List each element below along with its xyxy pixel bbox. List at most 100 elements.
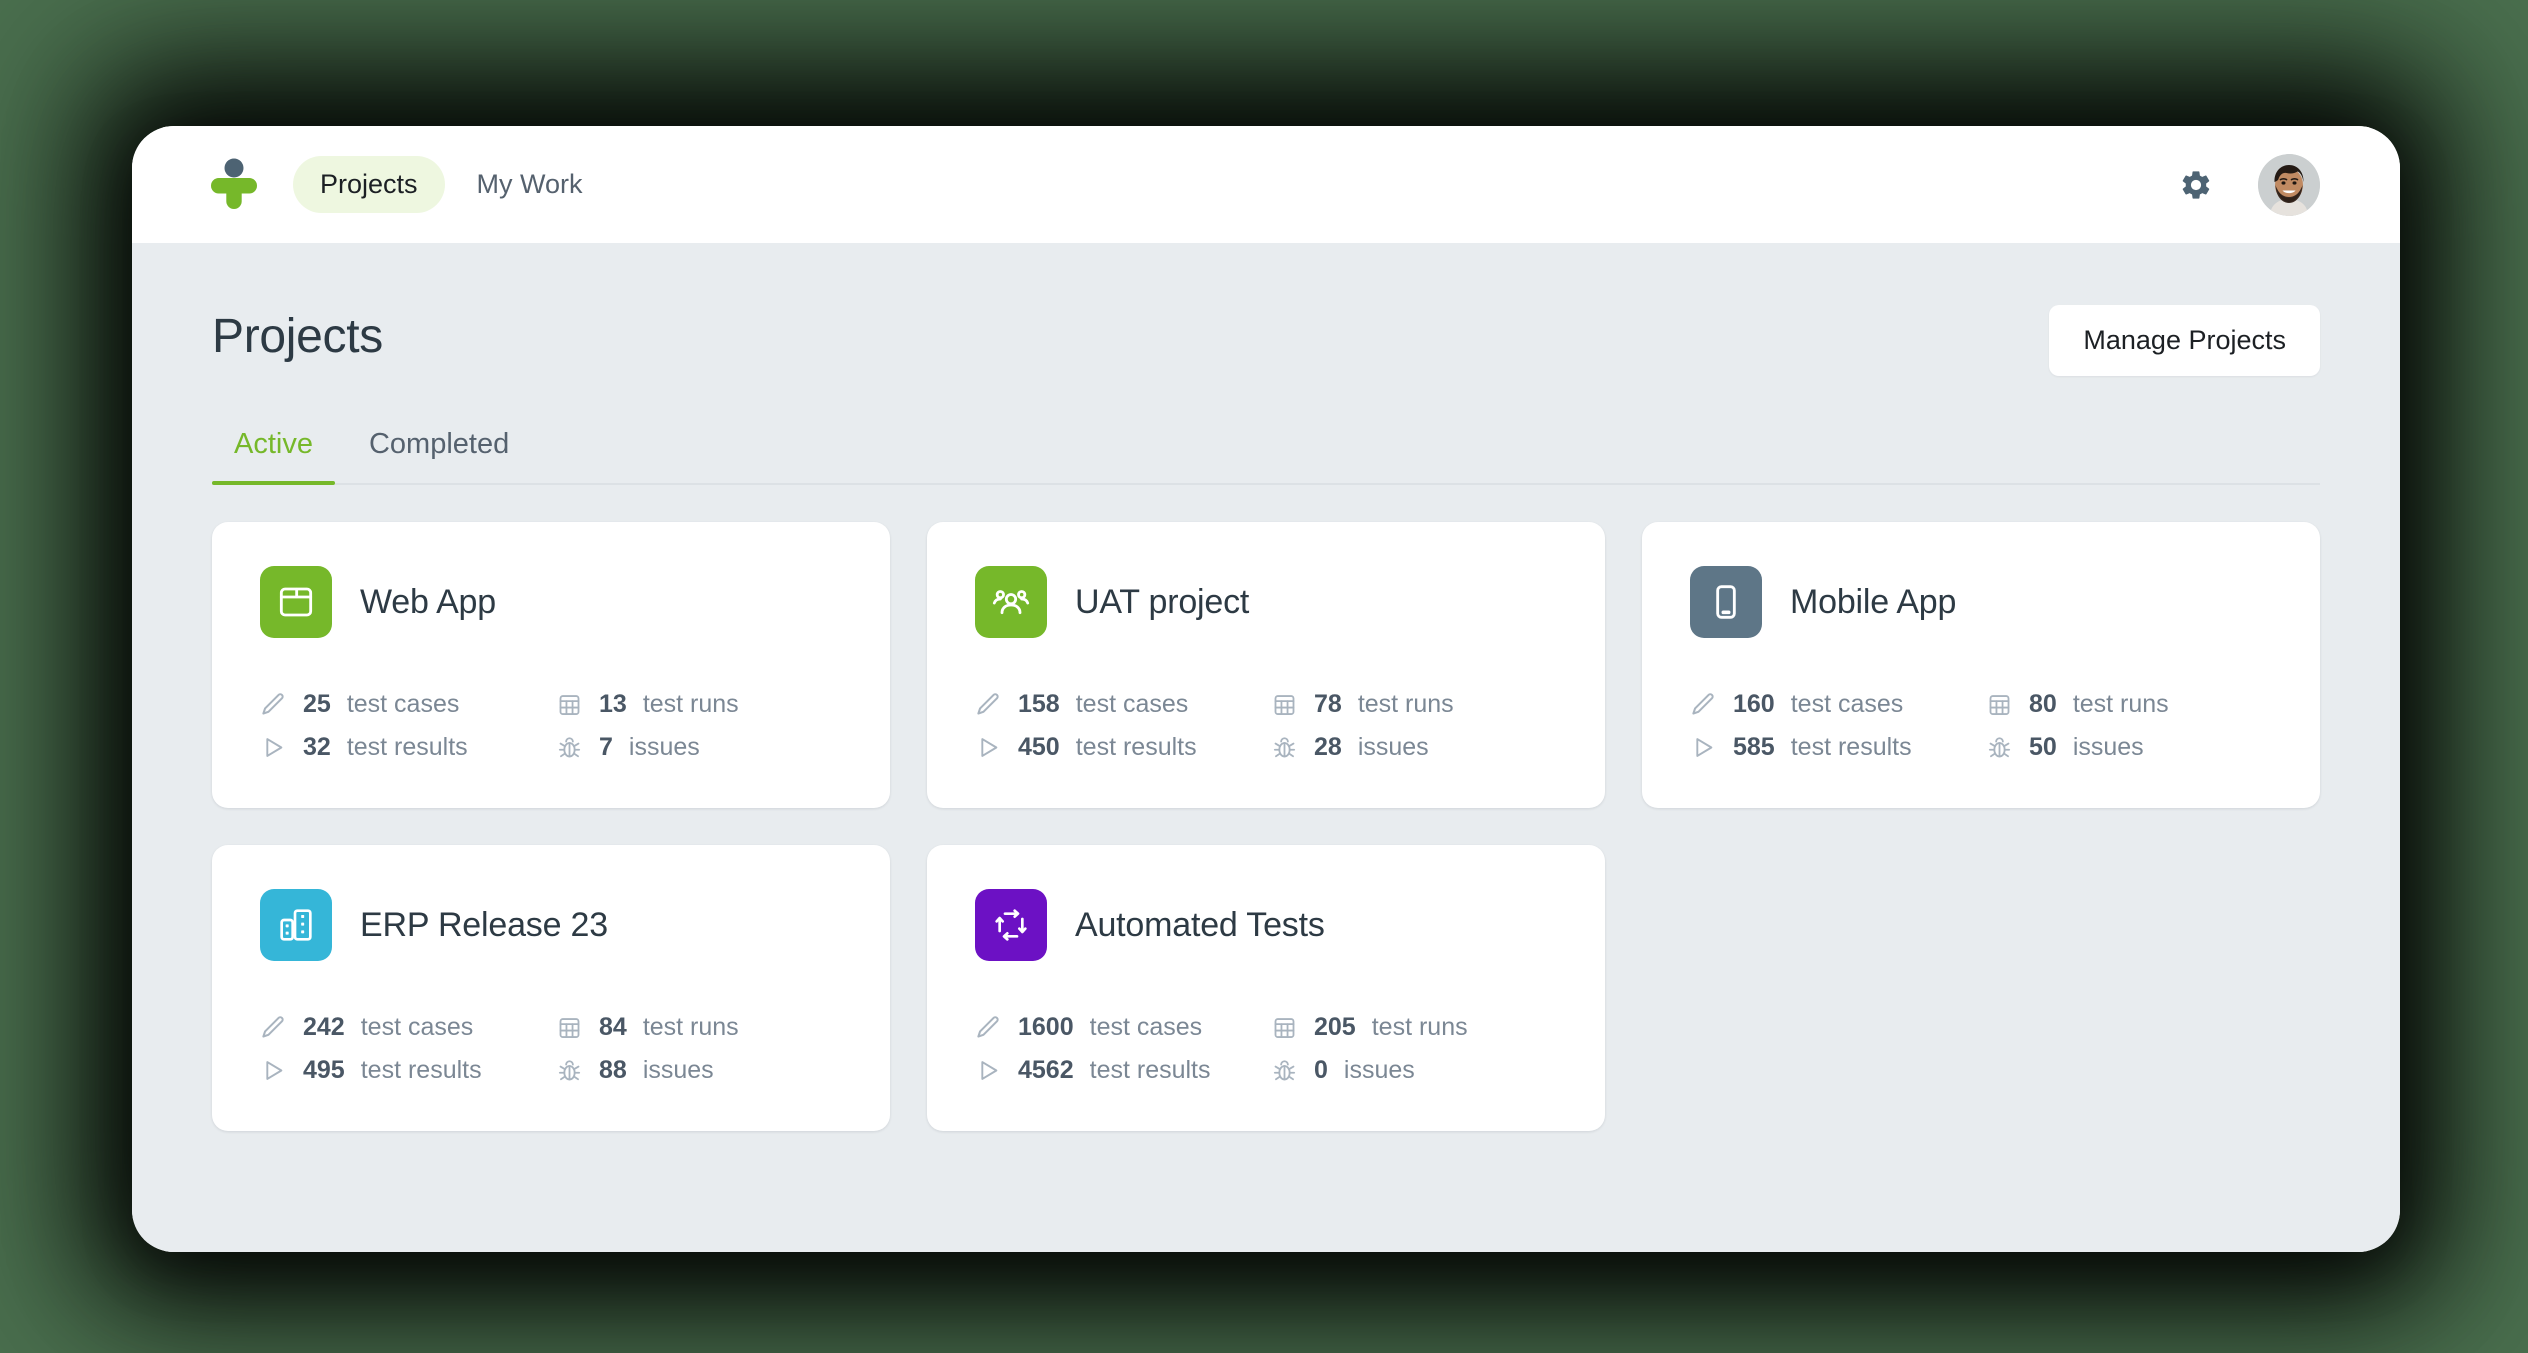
tab-completed[interactable]: Completed: [347, 428, 531, 483]
stat-label: issues: [643, 1056, 714, 1085]
project-card[interactable]: ERP Release 23 242 test cases: [212, 845, 890, 1131]
stat-label: test results: [1791, 733, 1912, 762]
stat-test-results: 32 test results: [260, 733, 546, 762]
stat-value: 50: [2029, 733, 2057, 762]
stat-value: 160: [1733, 690, 1775, 719]
project-name: Mobile App: [1790, 583, 1956, 622]
main-content: Projects Manage Projects Active Complete…: [132, 243, 2400, 1252]
bug-icon: [556, 1057, 583, 1084]
browser-window-icon: [260, 566, 332, 638]
tab-active[interactable]: Active: [212, 428, 335, 483]
stat-issues: 88 issues: [556, 1056, 842, 1085]
project-name: ERP Release 23: [360, 906, 608, 945]
nav-item-my-work[interactable]: My Work: [455, 156, 605, 213]
calendar-icon: [556, 1014, 583, 1041]
project-card-header: Mobile App: [1690, 566, 2272, 638]
stat-value: 495: [303, 1056, 345, 1085]
stat-label: test runs: [643, 1013, 739, 1042]
scene-background: Projects My Work: [0, 0, 2528, 1353]
pencil-icon: [1690, 691, 1717, 718]
projects-grid: Web App 25 test cases: [212, 522, 2320, 1131]
mobile-phone-icon: [1690, 566, 1762, 638]
project-stats: 25 test cases 13 test runs: [260, 690, 842, 762]
project-card[interactable]: UAT project 158 test cases: [927, 522, 1605, 808]
stat-test-results: 495 test results: [260, 1056, 546, 1085]
stat-test-cases: 158 test cases: [975, 690, 1261, 719]
manage-projects-button[interactable]: Manage Projects: [2049, 305, 2320, 376]
project-card-header: ERP Release 23: [260, 889, 842, 961]
page-header: Projects Manage Projects: [212, 305, 2320, 376]
stat-label: test runs: [1358, 690, 1454, 719]
play-triangle-icon: [260, 734, 287, 761]
stat-value: 0: [1314, 1056, 1328, 1085]
stat-test-cases: 242 test cases: [260, 1013, 546, 1042]
testmo-logo-icon[interactable]: [205, 156, 263, 214]
stat-issues: 0 issues: [1271, 1056, 1557, 1085]
users-group-icon: [975, 566, 1047, 638]
calendar-icon: [1271, 691, 1298, 718]
automation-cycle-icon: [975, 889, 1047, 961]
gear-icon[interactable]: [2178, 167, 2214, 203]
bug-icon: [1271, 734, 1298, 761]
stat-label: test results: [1090, 1056, 1211, 1085]
stat-label: test cases: [361, 1013, 474, 1042]
stat-value: 7: [599, 733, 613, 762]
stat-test-runs: 84 test runs: [556, 1013, 842, 1042]
stat-value: 1600: [1018, 1013, 1074, 1042]
calendar-icon: [556, 691, 583, 718]
pencil-icon: [975, 691, 1002, 718]
avatar[interactable]: [2258, 154, 2320, 216]
project-stats: 158 test cases 78 test runs: [975, 690, 1557, 762]
nav-item-projects[interactable]: Projects: [293, 156, 445, 213]
stat-value: 158: [1018, 690, 1060, 719]
stat-test-results: 450 test results: [975, 733, 1261, 762]
project-name: UAT project: [1075, 583, 1249, 622]
stat-label: test results: [361, 1056, 482, 1085]
page-title: Projects: [212, 305, 383, 361]
stat-test-cases: 160 test cases: [1690, 690, 1976, 719]
project-card-header: UAT project: [975, 566, 1557, 638]
project-name: Web App: [360, 583, 496, 622]
project-stats: 242 test cases 84 test runs: [260, 1013, 842, 1085]
stat-label: test cases: [347, 690, 460, 719]
stat-label: test cases: [1076, 690, 1189, 719]
stat-label: test runs: [2073, 690, 2169, 719]
stat-label: issues: [2073, 733, 2144, 762]
play-triangle-icon: [975, 734, 1002, 761]
stat-value: 242: [303, 1013, 345, 1042]
project-card[interactable]: Web App 25 test cases: [212, 522, 890, 808]
bug-icon: [1271, 1057, 1298, 1084]
calendar-icon: [1271, 1014, 1298, 1041]
project-card-header: Automated Tests: [975, 889, 1557, 961]
project-card[interactable]: Mobile App 160 test cases: [1642, 522, 2320, 808]
main-nav: Projects My Work: [293, 156, 605, 213]
stat-value: 32: [303, 733, 331, 762]
stat-test-results: 585 test results: [1690, 733, 1976, 762]
stat-label: issues: [1344, 1056, 1415, 1085]
stat-value: 585: [1733, 733, 1775, 762]
stat-label: test results: [347, 733, 468, 762]
stat-value: 84: [599, 1013, 627, 1042]
stat-issues: 28 issues: [1271, 733, 1557, 762]
stat-value: 28: [1314, 733, 1342, 762]
stat-value: 13: [599, 690, 627, 719]
buildings-icon: [260, 889, 332, 961]
stat-test-runs: 205 test runs: [1271, 1013, 1557, 1042]
stat-label: issues: [1358, 733, 1429, 762]
play-triangle-icon: [260, 1057, 287, 1084]
bug-icon: [556, 734, 583, 761]
project-card[interactable]: Automated Tests 1600 test cases: [927, 845, 1605, 1131]
stat-issues: 50 issues: [1986, 733, 2272, 762]
stat-value: 4562: [1018, 1056, 1074, 1085]
stat-label: test runs: [643, 690, 739, 719]
play-triangle-icon: [975, 1057, 1002, 1084]
bug-icon: [1986, 734, 2013, 761]
topbar-actions: [2178, 154, 2320, 216]
play-triangle-icon: [1690, 734, 1717, 761]
stat-value: 450: [1018, 733, 1060, 762]
stat-label: test cases: [1791, 690, 1904, 719]
stat-test-runs: 80 test runs: [1986, 690, 2272, 719]
pencil-icon: [260, 1014, 287, 1041]
project-stats: 1600 test cases 205 test runs: [975, 1013, 1557, 1085]
stat-value: 88: [599, 1056, 627, 1085]
